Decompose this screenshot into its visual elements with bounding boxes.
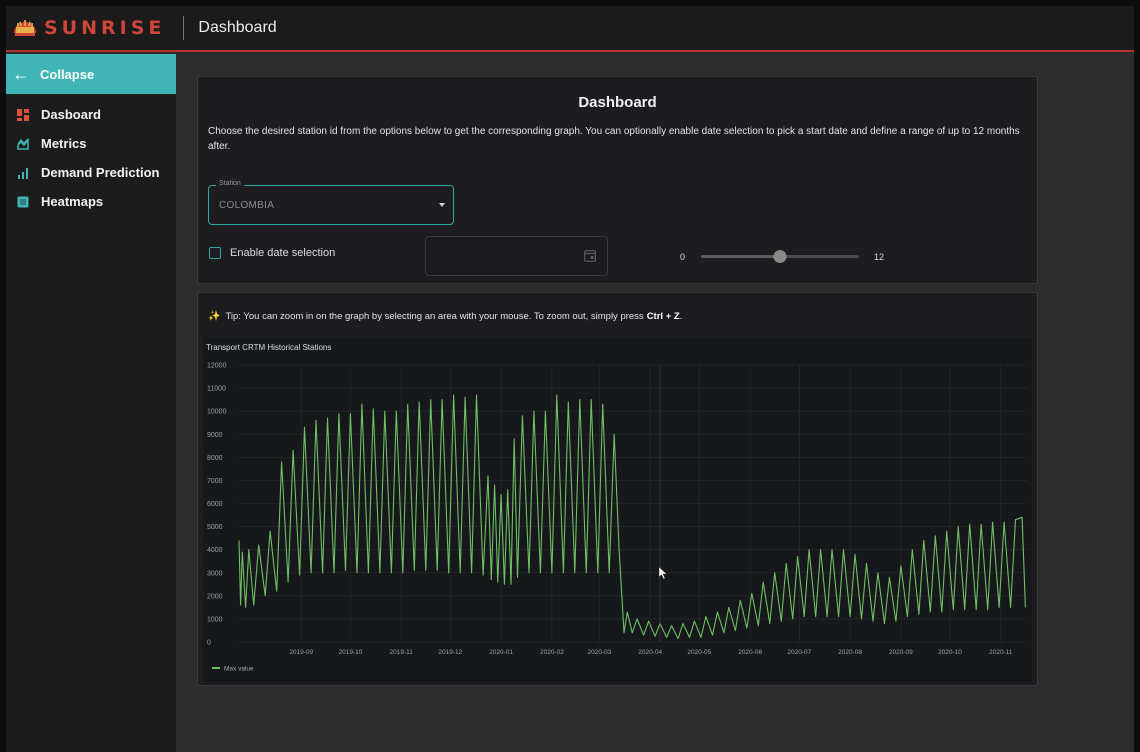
date-selection-toggle[interactable]: Enable date selection — [209, 247, 335, 259]
start-date-field[interactable] — [425, 236, 608, 276]
y-tick-label: 0 — [207, 640, 211, 647]
date-selection-checkbox[interactable] — [209, 247, 221, 259]
y-tick-label: 7000 — [207, 478, 223, 485]
x-tick-label: 2020-07 — [787, 649, 811, 656]
heatmap-icon — [15, 196, 31, 208]
x-tick-label: 2020-01 — [489, 649, 513, 656]
y-tick-label: 5000 — [207, 524, 223, 531]
x-tick-label: 2020-09 — [889, 649, 913, 656]
y-tick-label: 2000 — [207, 593, 223, 600]
calendar-icon[interactable] — [584, 249, 596, 262]
sidebar-item-label: Heatmaps — [41, 194, 104, 209]
x-tick-label: 2019-11 — [389, 649, 413, 656]
chart-plot[interactable]: 0 1000 2000 3000 4000 5000 6000 7000 8000 9000 100… — [203, 337, 1032, 683]
sidebar-item-label: Demand Prediction — [41, 165, 160, 180]
sidebar-item-label: Metrics — [41, 136, 87, 151]
date-selection-label: Enable date selection — [230, 247, 336, 259]
tip-text: Tip: You can zoom in on the graph by sel… — [225, 311, 644, 322]
brand-logo[interactable]: SUNRISE — [6, 6, 165, 51]
arrow-left-icon: ← — [12, 63, 30, 84]
caret-down-icon — [439, 203, 445, 207]
app-window: SUNRISE Dashboard ← Collapse Dasboard Me… — [6, 6, 1134, 752]
slider-min-label: 0 — [680, 252, 686, 262]
sparkles-icon: ✨ — [208, 311, 221, 322]
chart-legend[interactable]: Max value — [212, 665, 254, 672]
y-tick-label: 12000 — [207, 363, 227, 370]
tip-shortcut: Ctrl + Z — [646, 311, 680, 322]
sidebar-item-label: Dasboard — [41, 107, 101, 122]
sidebar: ← Collapse Dasboard Metrics Demand Predi… — [6, 54, 176, 752]
x-tick-label: 2020-10 — [938, 649, 962, 656]
station-select[interactable]: Station COLOMBIA — [208, 180, 454, 225]
sidebar-item-metrics[interactable]: Metrics — [6, 129, 176, 158]
y-tick-label: 10000 — [207, 409, 227, 416]
metrics-icon — [15, 137, 31, 150]
series-layer — [238, 394, 1026, 640]
slider-max-label: 12 — [874, 252, 885, 262]
top-bar: SUNRISE Dashboard — [6, 6, 1134, 52]
brand-name: SUNRISE — [44, 17, 166, 39]
x-tick-label: 2019-09 — [289, 649, 313, 656]
dashboard-description: Choose the desired station id from the o… — [208, 126, 1020, 152]
x-tick-label: 2020-11 — [989, 649, 1013, 656]
dashboard-grid-icon — [15, 108, 31, 121]
y-tick-label: 4000 — [207, 547, 223, 554]
x-tick-label: 2020-03 — [587, 649, 611, 656]
legend-label: Max value — [224, 665, 254, 672]
x-tick-label: 2020-02 — [540, 649, 564, 656]
collapse-button[interactable]: ← Collapse — [6, 54, 176, 94]
x-tick-label: 2019-10 — [338, 649, 362, 656]
y-tick-label: 1000 — [207, 616, 223, 623]
sidebar-item-dashboard[interactable]: Dasboard — [6, 100, 176, 129]
sunrise-logo-icon — [14, 20, 36, 36]
x-axis: 2019-09 2019-10 2019-11 2019-12 2020-01 2020-… — [289, 649, 1013, 656]
sidebar-item-heatmaps[interactable]: Heatmaps — [6, 187, 176, 216]
x-tick-label: 2020-04 — [638, 649, 662, 656]
x-tick-label: 2020-05 — [687, 649, 711, 656]
y-tick-label: 3000 — [207, 570, 223, 577]
dashboard-controls-panel: Dashboard Choose the desired station id … — [197, 76, 1038, 284]
y-tick-label: 8000 — [207, 455, 223, 462]
slider-fill — [701, 255, 780, 258]
x-tick-label: 2020-08 — [838, 649, 862, 656]
bar-chart-icon — [15, 167, 31, 179]
tip-end: . — [679, 311, 683, 322]
x-tick-label: 2019-12 — [438, 649, 462, 656]
series-line — [238, 394, 1026, 640]
y-tick-label: 11000 — [207, 386, 226, 393]
graph-panel: ✨ Tip: You can zoom in on the graph by s… — [197, 292, 1038, 686]
station-select-label: Station — [216, 180, 244, 187]
page-title: Dashboard — [198, 19, 277, 36]
y-axis: 0 1000 2000 3000 4000 5000 6000 7000 8000 9000 100… — [207, 363, 227, 647]
zoom-tip: ✨ Tip: You can zoom in on the graph by s… — [208, 311, 682, 322]
slider-thumb[interactable] — [773, 250, 787, 263]
sidebar-item-demand-prediction[interactable]: Demand Prediction — [6, 158, 176, 187]
y-tick-label: 9000 — [207, 432, 223, 439]
dashboard-heading: Dashboard — [578, 94, 657, 111]
line-chart[interactable]: Transport CRTM Historical Stations 0 1000… — [203, 337, 1032, 683]
header-divider — [183, 16, 185, 40]
month-range-slider[interactable] — [701, 250, 859, 263]
collapse-label: Collapse — [40, 66, 95, 82]
station-select-value: COLOMBIA — [219, 200, 275, 211]
x-tick-label: 2020-06 — [738, 649, 762, 656]
y-tick-label: 6000 — [207, 501, 223, 508]
